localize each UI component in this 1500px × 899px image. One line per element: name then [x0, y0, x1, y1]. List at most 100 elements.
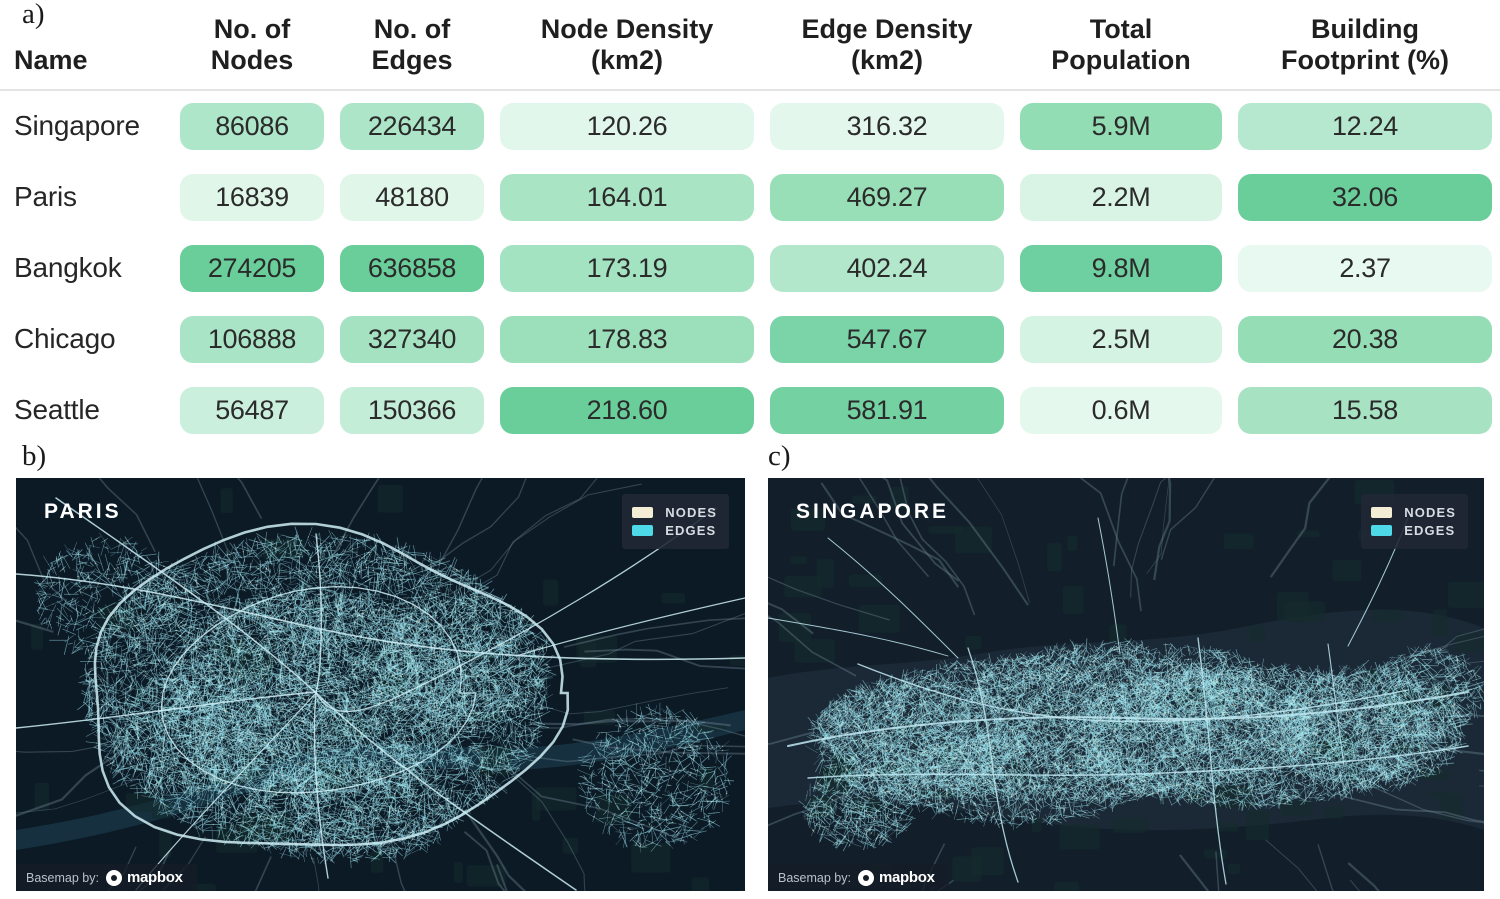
mapbox-wordmark: mapbox: [127, 869, 183, 886]
cell-value-edge-density: 469.27: [770, 173, 1004, 221]
paris-map-attribution[interactable]: Basemap by: mapbox: [16, 864, 197, 891]
cell-node-density: 164.01: [492, 162, 762, 233]
table-header: Name No. of Nodes No. of Edges Node Dens…: [0, 14, 1500, 91]
cell-population: 2.2M: [1012, 162, 1230, 233]
cell-value-node-density: 218.60: [500, 386, 754, 434]
cell-edge-density: 316.32: [762, 90, 1012, 162]
cell-edges: 327340: [332, 304, 492, 375]
cell-population: 9.8M: [1012, 233, 1230, 304]
nodes-swatch-icon: [1371, 507, 1393, 518]
table-row: Paris 16839 48180 164.01 469.27 2.2M 32.06: [0, 162, 1500, 233]
mapbox-logo[interactable]: mapbox: [857, 869, 935, 886]
column-header-building-footprint-line1: Building: [1230, 14, 1500, 45]
legend-label-nodes: NODES: [1404, 505, 1456, 520]
column-header-edges-line1: No. of: [332, 14, 492, 45]
cell-node-density: 218.60: [492, 375, 762, 446]
cell-edge-density: 581.91: [762, 375, 1012, 446]
cell-edges: 150366: [332, 375, 492, 446]
column-header-node-density-line2: (km2): [492, 45, 762, 76]
cell-edges: 48180: [332, 162, 492, 233]
statistics-table-panel: Name No. of Nodes No. of Edges Node Dens…: [0, 14, 1500, 434]
cell-building-footprint: 2.37: [1230, 233, 1500, 304]
cell-value-edge-density: 316.32: [770, 102, 1004, 150]
column-header-edge-density-line1: Edge Density: [762, 14, 1012, 45]
legend-item-nodes: NODES: [632, 505, 717, 520]
column-header-nodes-line2: Nodes: [172, 45, 332, 76]
cell-value-nodes: 106888: [180, 315, 324, 363]
figure-root: a) Name No. of Nodes No. of Edges Node D…: [0, 0, 1500, 899]
cell-value-nodes: 56487: [180, 386, 324, 434]
mapbox-logo[interactable]: mapbox: [105, 869, 183, 886]
cell-value-edges: 48180: [340, 173, 484, 221]
cell-value-edges: 226434: [340, 102, 484, 150]
cell-building-footprint: 12.24: [1230, 90, 1500, 162]
column-header-nodes: No. of Nodes: [172, 14, 332, 91]
cell-building-footprint: 32.06: [1230, 162, 1500, 233]
table-row: Bangkok 274205 636858 173.19 402.24 9.8M 2.37: [0, 233, 1500, 304]
cell-node-density: 173.19: [492, 233, 762, 304]
legend-label-edges: EDGES: [1404, 523, 1455, 538]
cell-value-nodes: 274205: [180, 244, 324, 292]
column-header-edge-density-line2: (km2): [762, 45, 1012, 76]
cell-edge-density: 547.67: [762, 304, 1012, 375]
cell-value-node-density: 178.83: [500, 315, 754, 363]
cell-nodes: 106888: [172, 304, 332, 375]
cell-population: 5.9M: [1012, 90, 1230, 162]
column-header-population-line1: Total: [1012, 14, 1230, 45]
column-header-edges-line2: Edges: [332, 45, 492, 76]
cell-value-building-footprint: 15.58: [1238, 386, 1492, 434]
attribution-prefix: Basemap by:: [778, 871, 851, 885]
cell-edges: 226434: [332, 90, 492, 162]
column-header-node-density-line1: Node Density: [492, 14, 762, 45]
cell-value-edge-density: 402.24: [770, 244, 1004, 292]
cell-value-node-density: 164.01: [500, 173, 754, 221]
panel-label-b: b): [22, 440, 46, 473]
cell-building-footprint: 20.38: [1230, 304, 1500, 375]
cell-value-building-footprint: 12.24: [1238, 102, 1492, 150]
paris-city-label: PARIS: [44, 500, 122, 524]
column-header-building-footprint: Building Footprint (%): [1230, 14, 1500, 91]
cell-value-population: 0.6M: [1020, 386, 1222, 434]
nodes-swatch-icon: [632, 507, 654, 518]
cell-value-node-density: 173.19: [500, 244, 754, 292]
singapore-map-legend: NODES EDGES: [1361, 494, 1468, 549]
legend-item-edges: EDGES: [1371, 523, 1456, 538]
row-label-city: Seattle: [0, 375, 172, 446]
cell-value-edge-density: 547.67: [770, 315, 1004, 363]
legend-label-nodes: NODES: [665, 505, 717, 520]
cell-population: 0.6M: [1012, 375, 1230, 446]
cell-value-edges: 327340: [340, 315, 484, 363]
column-header-nodes-line1: No. of: [172, 14, 332, 45]
cell-value-building-footprint: 32.06: [1238, 173, 1492, 221]
cell-edge-density: 469.27: [762, 162, 1012, 233]
row-label-city: Bangkok: [0, 233, 172, 304]
row-label-city: Chicago: [0, 304, 172, 375]
edges-swatch-icon: [632, 525, 654, 536]
panel-label-c: c): [768, 440, 791, 473]
cell-value-nodes: 16839: [180, 173, 324, 221]
column-header-population: Total Population: [1012, 14, 1230, 91]
cell-nodes: 274205: [172, 233, 332, 304]
column-header-population-line2: Population: [1012, 45, 1230, 76]
column-header-node-density: Node Density (km2): [492, 14, 762, 91]
column-header-edge-density: Edge Density (km2): [762, 14, 1012, 91]
singapore-map-panel[interactable]: SINGAPORE NODES EDGES Basemap by: mapbox: [768, 478, 1484, 891]
table-row: Singapore 86086 226434 120.26 316.32 5.9M 12.2…: [0, 90, 1500, 162]
table-row: Chicago 106888 327340 178.83 547.67 2.5M 20.38: [0, 304, 1500, 375]
mapbox-wordmark: mapbox: [879, 869, 935, 886]
cell-value-population: 2.5M: [1020, 315, 1222, 363]
table-header-row: Name No. of Nodes No. of Edges Node Dens…: [0, 14, 1500, 91]
cell-nodes: 56487: [172, 375, 332, 446]
cell-edge-density: 402.24: [762, 233, 1012, 304]
singapore-map-attribution[interactable]: Basemap by: mapbox: [768, 864, 949, 891]
legend-label-edges: EDGES: [665, 523, 716, 538]
table-body: Singapore 86086 226434 120.26 316.32 5.9M 12.2…: [0, 90, 1500, 446]
cell-population: 2.5M: [1012, 304, 1230, 375]
paris-map-panel[interactable]: PARIS NODES EDGES Basemap by: mapbox: [16, 478, 745, 891]
column-header-edges: No. of Edges: [332, 14, 492, 91]
cell-edges: 636858: [332, 233, 492, 304]
singapore-city-label: SINGAPORE: [796, 500, 949, 524]
cell-value-node-density: 120.26: [500, 102, 754, 150]
cell-node-density: 120.26: [492, 90, 762, 162]
cell-nodes: 86086: [172, 90, 332, 162]
